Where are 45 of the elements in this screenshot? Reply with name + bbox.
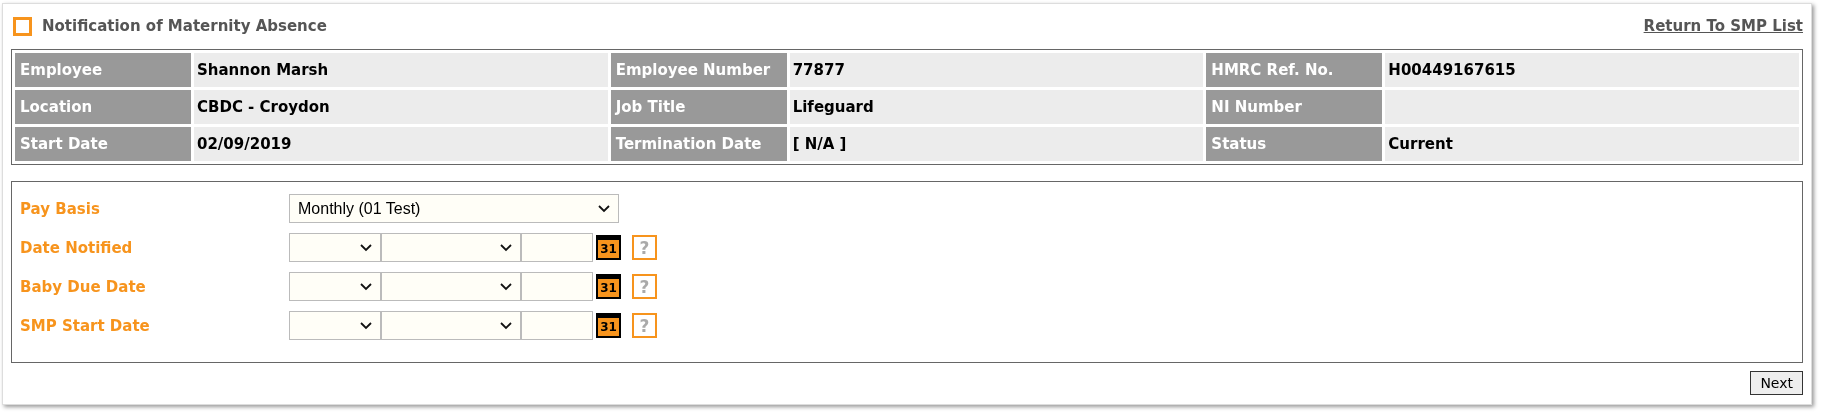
field-label: HMRC Ref. No. xyxy=(1206,53,1383,87)
page-title: Notification of Maternity Absence xyxy=(42,17,327,35)
field-label: Employee xyxy=(15,53,191,87)
year-field[interactable] xyxy=(521,311,593,340)
calendar-button[interactable]: 31 xyxy=(596,235,621,260)
year-field[interactable] xyxy=(521,233,593,262)
chevron-icon xyxy=(598,204,610,213)
field-label: NI Number xyxy=(1206,90,1383,124)
field-label: Status xyxy=(1206,127,1383,161)
field-value: 02/09/2019 xyxy=(194,127,608,161)
square-icon xyxy=(13,16,32,36)
chevron-icon xyxy=(500,321,512,330)
calendar-button[interactable]: 31 xyxy=(596,274,621,299)
field-value: Lifeguard xyxy=(789,90,1204,124)
field-value: CBDC - Croydon xyxy=(194,90,608,124)
field-value: Current xyxy=(1385,127,1799,161)
field-label: Job Title xyxy=(610,90,787,124)
next-button[interactable]: Next xyxy=(1750,371,1803,395)
field-label: Date Notified xyxy=(20,238,134,257)
chevron-icon xyxy=(500,282,512,291)
field-label: Pay Basis xyxy=(20,199,101,218)
day-select[interactable] xyxy=(289,272,381,301)
return-link[interactable]: Return To SMP List xyxy=(1643,17,1803,35)
field-label: Start Date xyxy=(15,127,191,161)
chevron-icon xyxy=(360,282,372,291)
field-value: H00449167615 xyxy=(1385,53,1799,87)
year-field[interactable] xyxy=(521,272,593,301)
field-label: Employee Number xyxy=(610,53,787,87)
chevron-icon xyxy=(360,321,372,330)
field-value: Shannon Marsh xyxy=(194,53,608,87)
field-label: Baby Due Date xyxy=(20,277,147,296)
chevron-icon xyxy=(500,243,512,252)
month-select[interactable] xyxy=(381,311,521,340)
month-select[interactable] xyxy=(381,272,521,301)
calendar-button[interactable]: 31 xyxy=(596,313,621,338)
field-label: Location xyxy=(15,90,191,124)
day-select[interactable] xyxy=(289,311,381,340)
day-select[interactable] xyxy=(289,233,381,262)
field-label: Termination Date xyxy=(610,127,787,161)
field-label: SMP Start Date xyxy=(20,316,151,335)
month-select[interactable] xyxy=(381,233,521,262)
field-value: 77877 xyxy=(789,53,1204,87)
chevron-icon xyxy=(360,243,372,252)
field-value: [ N/A ] xyxy=(789,127,1204,161)
pay-basis-select[interactable]: Monthly (01 Test) xyxy=(289,194,619,223)
